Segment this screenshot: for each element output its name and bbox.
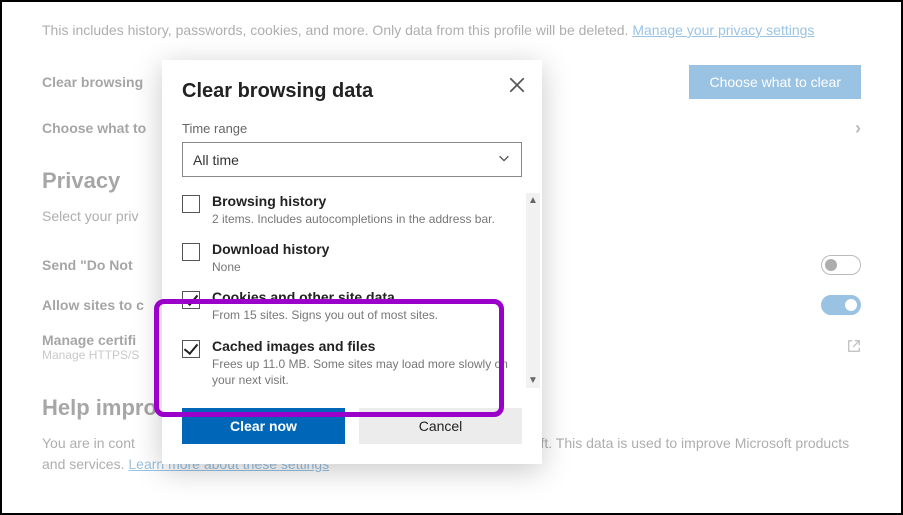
checkbox-download-history[interactable] <box>182 243 200 261</box>
item-desc: None <box>212 259 329 275</box>
list-item: Cookies and other site data From 15 site… <box>182 289 524 323</box>
item-desc: From 15 sites. Signs you out of most sit… <box>212 307 438 323</box>
time-range-select[interactable]: All time <box>182 142 522 177</box>
row-label: Manage certifi <box>42 332 139 348</box>
time-range-label: Time range <box>182 121 522 136</box>
list-item: Browsing history 2 items. Includes autoc… <box>182 193 524 227</box>
item-label: Cookies and other site data <box>212 289 438 305</box>
scroll-down-icon[interactable]: ▼ <box>528 373 538 388</box>
clear-now-button[interactable]: Clear now <box>182 408 345 444</box>
help-text-pre: You are in cont <box>42 435 135 451</box>
checkbox-browsing-history[interactable] <box>182 195 200 213</box>
item-label: Cached images and files <box>212 338 524 354</box>
item-desc: Frees up 11.0 MB. Some sites may load mo… <box>212 356 524 388</box>
clear-browsing-data-dialog: Clear browsing data Time range All time … <box>162 60 542 464</box>
data-type-list: Browsing history 2 items. Includes autoc… <box>182 193 542 388</box>
time-range-value: All time <box>193 152 239 168</box>
row-label: Clear browsing <box>42 74 143 90</box>
row-sublabel: Manage HTTPS/S <box>42 348 139 362</box>
intro-paragraph: This includes history, passwords, cookie… <box>42 22 861 38</box>
item-label: Download history <box>212 241 329 257</box>
item-desc: 2 items. Includes autocompletions in the… <box>212 211 495 227</box>
checkbox-cached-files[interactable] <box>182 340 200 358</box>
scrollbar[interactable]: ▲ ▼ <box>526 193 540 388</box>
checkbox-cookies[interactable] <box>182 291 200 309</box>
dialog-title: Clear browsing data <box>182 80 522 103</box>
choose-what-to-clear-button[interactable]: Choose what to clear <box>689 65 861 99</box>
intro-text: This includes history, passwords, cookie… <box>42 22 632 38</box>
toggle-allow-sites[interactable] <box>821 295 861 315</box>
list-item: Cached images and files Frees up 11.0 MB… <box>182 338 524 388</box>
row-label: Choose what to <box>42 120 146 136</box>
chevron-down-icon <box>497 151 511 168</box>
manage-privacy-link[interactable]: Manage your privacy settings <box>632 22 814 38</box>
item-label: Browsing history <box>212 193 495 209</box>
row-label: Send "Do Not <box>42 257 133 273</box>
chevron-right-icon: › <box>855 118 861 139</box>
toggle-dnt[interactable] <box>821 255 861 275</box>
row-label: Allow sites to c <box>42 297 144 313</box>
external-link-icon <box>847 339 861 356</box>
scroll-up-icon[interactable]: ▲ <box>528 193 538 208</box>
close-icon[interactable] <box>508 76 526 94</box>
cancel-button[interactable]: Cancel <box>359 408 522 444</box>
list-item: Download history None <box>182 241 524 275</box>
